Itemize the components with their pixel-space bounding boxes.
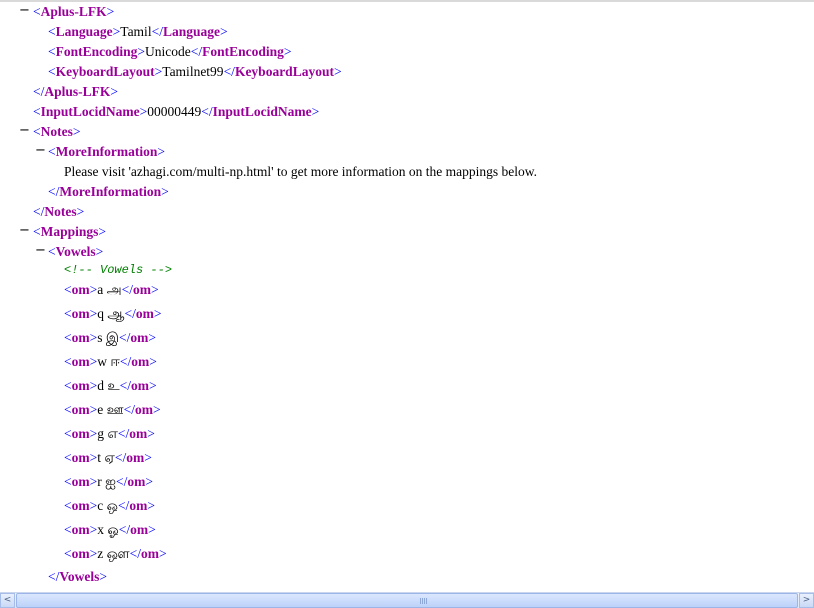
om-entry: <om>w ஈ</om> <box>64 354 157 369</box>
moreinformation-open-line: <MoreInformation> <box>48 144 165 159</box>
moreinformation-text: Please visit 'azhagi.com/multi-np.html' … <box>64 164 538 179</box>
om-close-tag: om <box>133 282 151 297</box>
om-close-tag: om <box>129 498 148 513</box>
om-value: w ஈ <box>97 354 120 369</box>
om-tag: om <box>71 474 90 489</box>
om-close-tag: om <box>135 402 153 417</box>
notes-open-line: <Notes> <box>33 124 81 139</box>
vowels-close-line: </Vowels> <box>48 569 108 584</box>
language-value: Tamil <box>120 24 152 39</box>
aplus-lfk-tag: Aplus-LFK <box>40 4 107 19</box>
om-close-tag: om <box>127 474 146 489</box>
om-value: d உ <box>97 378 120 393</box>
aplus-lfk-close-line: </Aplus-LFK> <box>33 84 119 99</box>
om-entry: <om>d உ</om> <box>64 378 157 393</box>
om-entry: <om>g எ</om> <box>64 426 155 441</box>
notes-close-tag: Notes <box>44 204 77 219</box>
mappings-open-line: <Mappings> <box>33 224 107 239</box>
om-close-tag: om <box>130 522 149 537</box>
om-close-tag: om <box>131 354 150 369</box>
aplus-lfk-close-tag: Aplus-LFK <box>44 84 111 99</box>
om-value: q ஆ <box>97 306 125 321</box>
inputlocid-tag: InputLocidName <box>40 104 140 119</box>
scroll-left-arrow-icon: < <box>3 595 12 605</box>
om-tag: om <box>71 498 90 513</box>
om-close-tag: om <box>130 330 149 345</box>
om-tag: om <box>71 354 90 369</box>
om-tag: om <box>71 546 90 561</box>
inputlocid-value: 00000449 <box>147 104 202 119</box>
om-value: x ஓ <box>97 522 119 537</box>
om-tag: om <box>71 402 90 417</box>
fontencoding-value: Unicode <box>145 44 191 59</box>
om-entry: <om>c ஒ</om> <box>64 498 155 513</box>
om-value: z ஔ <box>97 546 130 561</box>
inputlocid-line: <InputLocidName>00000449</InputLocidName… <box>33 104 320 119</box>
moreinformation-tag: MoreInformation <box>55 144 158 159</box>
om-tag: om <box>71 282 90 297</box>
collapse-mappings-toggle[interactable]: − <box>19 223 30 238</box>
moreinformation-close-tag: MoreInformation <box>59 184 162 199</box>
om-entry: <om>z ஔ</om> <box>64 546 167 561</box>
om-value: g எ <box>97 426 118 441</box>
om-tag: om <box>71 426 90 441</box>
scroll-right-arrow-icon: > <box>802 595 811 605</box>
om-close-tag: om <box>135 306 154 321</box>
collapse-vowels-toggle[interactable]: − <box>35 243 46 258</box>
fontencoding-tag: FontEncoding <box>55 44 138 59</box>
collapse-notes-toggle[interactable]: − <box>19 123 30 138</box>
mappings-tag: Mappings <box>40 224 99 239</box>
om-close-tag: om <box>126 450 145 465</box>
fontencoding-close-tag: FontEncoding <box>202 44 284 59</box>
aplus-lfk-open-line: <Aplus-LFK> <box>33 4 115 19</box>
keyboardlayout-tag: KeyboardLayout <box>55 64 155 79</box>
keyboardlayout-close-tag: KeyboardLayout <box>234 64 334 79</box>
om-entry: <om>x ஓ</om> <box>64 522 156 537</box>
horizontal-scrollbar[interactable]: < > <box>0 592 814 608</box>
om-entry: <om>t ஏ</om> <box>64 450 152 465</box>
om-value: s இ <box>97 330 120 345</box>
vowels-close-tag: Vowels <box>59 569 100 584</box>
om-tag: om <box>71 450 90 465</box>
language-line: <Language>Tamil</Language> <box>48 24 228 39</box>
vowels-tag: Vowels <box>55 244 96 259</box>
om-close-tag: om <box>129 426 148 441</box>
om-tag: om <box>71 330 90 345</box>
scroll-left-button[interactable]: < <box>0 593 15 608</box>
vowels-open-line: <Vowels> <box>48 244 104 259</box>
om-tag: om <box>71 306 90 321</box>
om-tag: om <box>71 378 90 393</box>
om-value: a அ <box>97 282 122 297</box>
notes-close-line: </Notes> <box>33 204 85 219</box>
collapse-aplus-lfk-toggle[interactable]: − <box>19 3 30 18</box>
inputlocid-close-tag: InputLocidName <box>212 104 312 119</box>
om-entry: <om>e ஊ</om> <box>64 402 161 417</box>
fontencoding-line: <FontEncoding>Unicode</FontEncoding> <box>48 44 292 59</box>
om-entry: <om>q ஆ</om> <box>64 306 162 321</box>
scrollbar-grip-icon <box>420 598 428 604</box>
keyboardlayout-value: Tamilnet99 <box>162 64 224 79</box>
om-entry: <om>a அ</om> <box>64 282 159 297</box>
om-value: t ஏ <box>97 450 115 465</box>
om-value: c ஒ <box>97 498 118 513</box>
moreinformation-close-line: </MoreInformation> <box>48 184 169 199</box>
window-top-border <box>0 0 814 2</box>
om-entry: <om>s இ</om> <box>64 330 157 345</box>
scrollbar-thumb[interactable] <box>16 593 798 608</box>
om-value: e ஊ <box>97 402 124 417</box>
vowels-comment: <!-- Vowels --> <box>64 263 173 277</box>
language-tag: Language <box>55 24 113 39</box>
scroll-right-button[interactable]: > <box>799 593 814 608</box>
collapse-moreinformation-toggle[interactable]: − <box>35 143 46 158</box>
om-close-tag: om <box>141 546 160 561</box>
notes-tag: Notes <box>40 124 73 139</box>
om-tag: om <box>71 522 90 537</box>
om-entry: <om>r ஐ</om> <box>64 474 153 489</box>
om-value: r ஐ <box>97 474 116 489</box>
language-close-tag: Language <box>162 24 220 39</box>
keyboardlayout-line: <KeyboardLayout>Tamilnet99</KeyboardLayo… <box>48 64 342 79</box>
om-close-tag: om <box>131 378 149 393</box>
